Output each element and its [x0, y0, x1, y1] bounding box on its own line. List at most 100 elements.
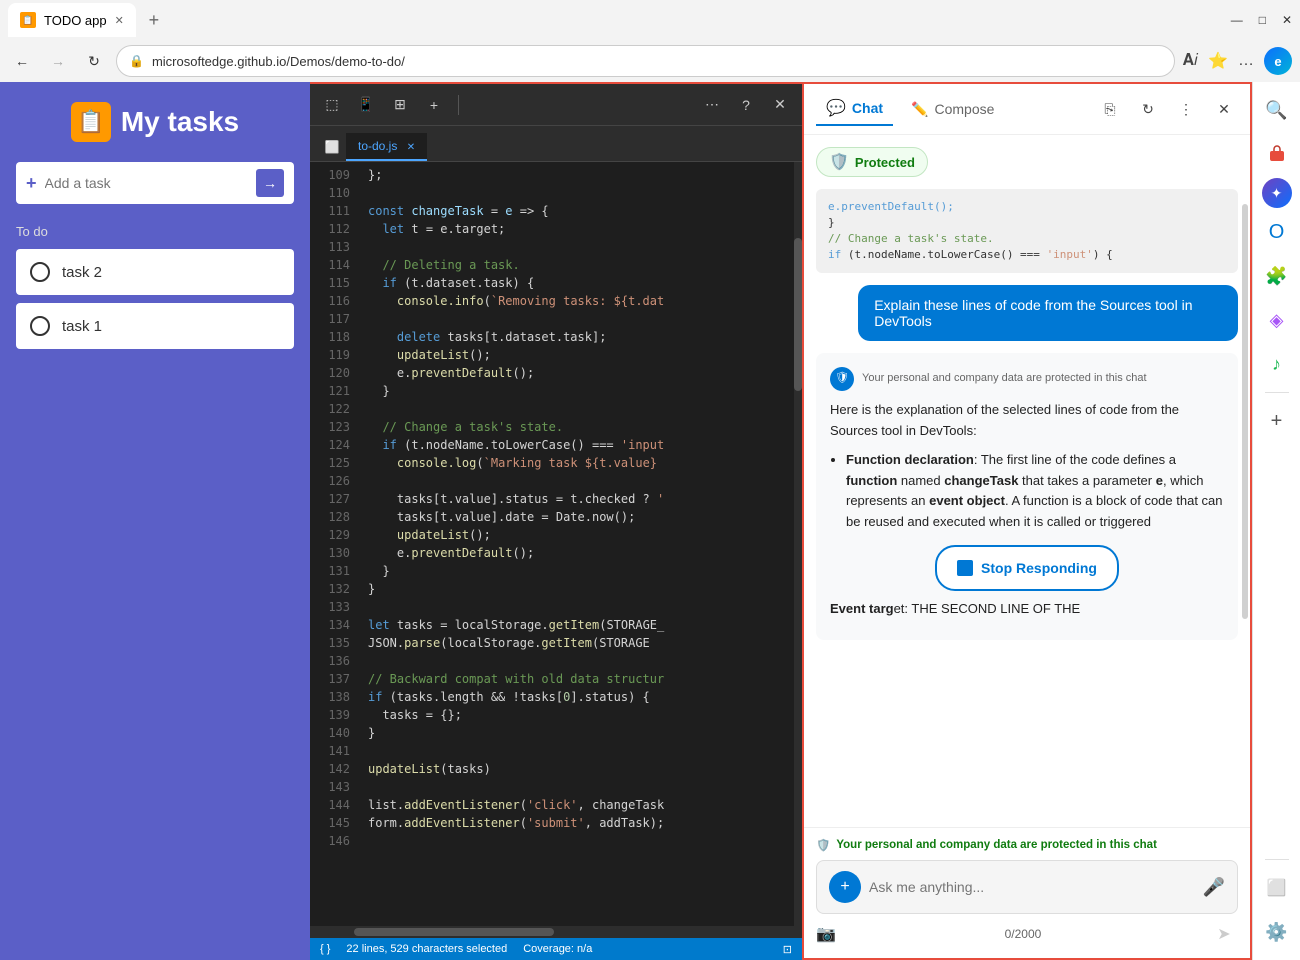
sidebar-games-icon[interactable]: ◈	[1259, 302, 1295, 338]
line-121: 121	[310, 382, 350, 400]
add-task-plus-icon: +	[26, 173, 37, 194]
sidebar-settings-icon[interactable]: ⚙️	[1259, 914, 1295, 950]
h-scroll-thumb[interactable]	[354, 928, 554, 936]
sidebar-extensions-icon[interactable]: 🧩	[1259, 258, 1295, 294]
task-2-label: task 2	[62, 264, 102, 281]
back-button[interactable]: ←	[8, 47, 36, 75]
compose-tab-icon: ✏️	[911, 101, 928, 118]
new-tab-button[interactable]: +	[140, 6, 168, 34]
minimize-button[interactable]: —	[1231, 13, 1243, 27]
code-horizontal-scrollbar[interactable]	[310, 926, 802, 938]
sidebar-music-icon[interactable]: ♪	[1259, 346, 1295, 382]
task-item[interactable]: task 1	[16, 303, 294, 349]
code-line-145: form.addEventListener('submit', addTask)…	[368, 814, 794, 832]
title-bar: 📋 TODO app ✕ + — □ ✕	[0, 0, 1300, 40]
snippet-line-1: e.preventDefault();	[828, 199, 1226, 215]
devtools-panel: ⬚ 📱 ⊞ + ⋯ ? ✕ ⬜ to-do.js ✕ 109 110 111 1…	[310, 82, 802, 960]
new-chat-btn[interactable]: +	[829, 871, 861, 903]
sidebar-outlook-icon[interactable]: Ο	[1259, 214, 1295, 250]
chat-scrollbar[interactable]	[1242, 204, 1248, 619]
read-aloud-icon[interactable]: 𝐀𝑖	[1183, 52, 1198, 70]
dt-help-icon[interactable]: ?	[732, 91, 760, 119]
favorites-icon[interactable]: ⭐	[1208, 51, 1228, 71]
dt-file-icon[interactable]: ⬜	[318, 133, 346, 161]
devtools-statusbar: { } 22 lines, 529 characters selected Co…	[310, 938, 802, 960]
protected-badge: 🛡️ Protected	[816, 147, 928, 177]
scrollbar-thumb[interactable]	[794, 238, 802, 391]
user-message-text: Explain these lines of code from the Sou…	[874, 297, 1192, 329]
task-2-checkbox[interactable]	[30, 262, 50, 282]
protected-label: Protected	[855, 155, 915, 170]
code-line-135: JSON.parse(localStorage.getItem(STORAGE	[368, 634, 794, 652]
chat-header: 💬 Chat ✏️ Compose ⎘ ↻ ⋮ ✕	[804, 84, 1250, 135]
code-line-124: if (t.nodeName.toLowerCase() === 'input	[368, 436, 794, 454]
footer-shield-icon: 🛡️	[816, 838, 830, 852]
line-142: 142	[310, 760, 350, 778]
bot-response-header: 🛡 Your personal and company data are pro…	[830, 367, 1224, 391]
dt-coverage-text: Coverage: n/a	[523, 943, 592, 955]
sidebar-add-icon[interactable]: +	[1259, 403, 1295, 439]
todo-panel: 📋 My tasks + → To do task 2 task 1	[0, 82, 310, 960]
bot-intro: Here is the explanation of the selected …	[830, 402, 1179, 438]
edge-profile-icon[interactable]: e	[1264, 47, 1292, 75]
sidebar-bag-icon[interactable]	[1259, 136, 1295, 172]
code-area[interactable]: 109 110 111 112 113 114 115 116 117 118 …	[310, 162, 802, 926]
snippet-line-2: }	[828, 215, 1226, 231]
chat-input[interactable]	[869, 879, 1195, 895]
sidebar-split-icon[interactable]: ⬜	[1259, 870, 1295, 906]
line-123: 123	[310, 418, 350, 436]
dt-more-icon[interactable]: ⋯	[698, 91, 726, 119]
compose-tab[interactable]: ✏️ Compose	[901, 95, 1004, 124]
dt-device-icon[interactable]: 📱	[352, 91, 380, 119]
dt-separator	[458, 95, 459, 115]
chat-tab[interactable]: 💬 Chat	[816, 92, 893, 126]
code-line-138: if (tasks.length && !tasks[0].status) {	[368, 688, 794, 706]
code-line-127: tasks[t.value].status = t.checked ? '	[368, 490, 794, 508]
browser-tab[interactable]: 📋 TODO app ✕	[8, 3, 136, 37]
dt-add-icon[interactable]: +	[420, 91, 448, 119]
more-icon[interactable]: …	[1238, 52, 1254, 70]
send-button[interactable]: ➤	[1210, 920, 1238, 948]
camera-icon[interactable]: 📷	[816, 924, 836, 944]
new-chat-icon: +	[840, 878, 849, 896]
chat-close-btn[interactable]: ✕	[1210, 95, 1238, 123]
dt-close-icon[interactable]: ✕	[766, 91, 794, 119]
add-task-submit-btn[interactable]: →	[256, 169, 284, 197]
sidebar-copilot-icon[interactable]: ✦	[1262, 178, 1292, 208]
dt-tab-close[interactable]: ✕	[407, 142, 415, 153]
add-task-bar[interactable]: + →	[16, 162, 294, 204]
dt-sidebar-icon[interactable]: ⊞	[386, 91, 414, 119]
dt-tab-label: to-do.js	[358, 139, 397, 153]
close-button[interactable]: ✕	[1282, 13, 1292, 27]
compose-tab-label: Compose	[934, 101, 994, 117]
code-line-109: };	[368, 166, 794, 184]
code-vertical-scrollbar[interactable]	[794, 162, 802, 926]
line-119: 119	[310, 346, 350, 364]
chat-more-btn[interactable]: ⋮	[1172, 95, 1200, 123]
dt-tab-todo-js[interactable]: to-do.js ✕	[346, 133, 427, 161]
line-109: 109	[310, 166, 350, 184]
b-changetask: changeTask	[944, 473, 1018, 488]
todo-section-label: To do	[16, 224, 48, 239]
task-1-checkbox[interactable]	[30, 316, 50, 336]
address-bar[interactable]: 🔒 microsoftedge.github.io/Demos/demo-to-…	[116, 45, 1175, 77]
line-110: 110	[310, 184, 350, 202]
nav-bar: ← → ↻ 🔒 microsoftedge.github.io/Demos/de…	[0, 40, 1300, 82]
chat-refresh-btn[interactable]: ↻	[1134, 95, 1162, 123]
char-counter: 0/2000	[1005, 927, 1042, 941]
mic-icon[interactable]: 🎤	[1203, 877, 1225, 898]
task-1-label: task 1	[62, 318, 102, 335]
restore-button[interactable]: □	[1259, 13, 1266, 27]
refresh-button[interactable]: ↻	[80, 47, 108, 75]
chat-open-btn[interactable]: ⎘	[1096, 95, 1124, 123]
stop-icon	[957, 560, 973, 576]
add-task-input[interactable]	[45, 175, 248, 191]
task-item[interactable]: task 2	[16, 249, 294, 295]
tab-close-btn[interactable]: ✕	[115, 14, 124, 27]
sidebar-search-icon[interactable]: 🔍	[1259, 92, 1295, 128]
snippet-line-4: if (t.nodeName.toLowerCase() === 'input'…	[828, 247, 1226, 263]
line-137: 137	[310, 670, 350, 688]
bot-response: 🛡 Your personal and company data are pro…	[816, 353, 1238, 640]
dt-inspect-icon[interactable]: ⬚	[318, 91, 346, 119]
stop-responding-button[interactable]: Stop Responding	[935, 545, 1119, 591]
